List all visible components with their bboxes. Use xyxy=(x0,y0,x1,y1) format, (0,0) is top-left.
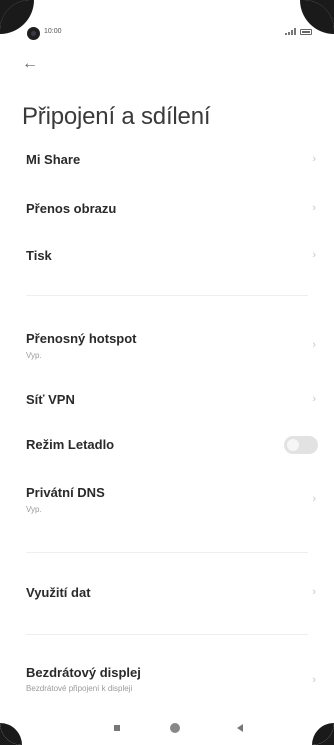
section-divider xyxy=(26,295,308,296)
status-time: 10:00 xyxy=(44,28,62,35)
arrow-left-icon: ← xyxy=(22,55,38,72)
list-item-hotspot[interactable]: Přenosný hotspot Vyp. › xyxy=(0,327,334,373)
list-item-data-usage[interactable]: Využití dat › xyxy=(0,576,334,616)
status-bar: 10:00 xyxy=(0,22,334,44)
item-label: Mi Share xyxy=(26,152,81,167)
chevron-right-icon: › xyxy=(312,393,316,405)
page-title: Připojení a sdílení xyxy=(22,103,211,130)
airplane-mode-toggle[interactable] xyxy=(284,436,318,454)
item-label: Přenos obrazu xyxy=(26,201,117,216)
list-item-screen-cast[interactable]: Přenos obrazu › xyxy=(0,188,334,228)
back-triangle-icon[interactable] xyxy=(237,724,243,732)
item-label: Tisk xyxy=(26,248,52,263)
item-label: Síť VPN xyxy=(26,392,75,407)
list-item-private-dns[interactable]: Privátní DNS Vyp. › xyxy=(0,481,334,527)
item-label: Privátní DNS xyxy=(26,485,105,500)
recents-square-icon[interactable] xyxy=(114,725,120,731)
back-button[interactable]: ← xyxy=(22,54,42,74)
navigation-bar xyxy=(0,715,334,745)
item-label: Využití dat xyxy=(26,585,91,600)
item-label: Přenosný hotspot xyxy=(26,331,137,346)
battery-icon xyxy=(300,28,312,35)
chevron-right-icon: › xyxy=(312,493,316,505)
home-circle-icon[interactable] xyxy=(170,723,180,733)
front-camera-icon xyxy=(27,27,40,40)
chevron-right-icon: › xyxy=(312,249,316,261)
list-item-vpn[interactable]: Síť VPN › xyxy=(0,384,334,424)
list-item-wireless-display[interactable]: Bezdrátový displej Bezdrátové připojení … xyxy=(0,663,334,703)
chevron-right-icon: › xyxy=(312,339,316,351)
item-label: Bezdrátový displej xyxy=(26,665,141,680)
item-label: Režim Letadlo xyxy=(26,437,115,452)
item-subtitle: Vyp. xyxy=(26,505,42,514)
section-divider xyxy=(26,634,308,635)
item-subtitle: Bezdrátové připojení k displeji xyxy=(26,684,133,693)
list-item-print[interactable]: Tisk › xyxy=(0,235,334,275)
list-item-mi-share[interactable]: Mi Share › xyxy=(0,140,334,180)
item-subtitle: Vyp. xyxy=(26,351,42,360)
section-divider xyxy=(26,552,308,553)
status-icons xyxy=(285,28,312,35)
settings-screen: 10:00 ← Připojení a sdílení Mi Share › P… xyxy=(0,0,334,745)
chevron-right-icon: › xyxy=(312,586,316,598)
chevron-right-icon: › xyxy=(312,153,316,165)
signal-icon xyxy=(285,28,297,35)
chevron-right-icon: › xyxy=(312,674,316,686)
list-item-airplane-mode: Režim Letadlo xyxy=(0,428,334,468)
chevron-right-icon: › xyxy=(312,202,316,214)
